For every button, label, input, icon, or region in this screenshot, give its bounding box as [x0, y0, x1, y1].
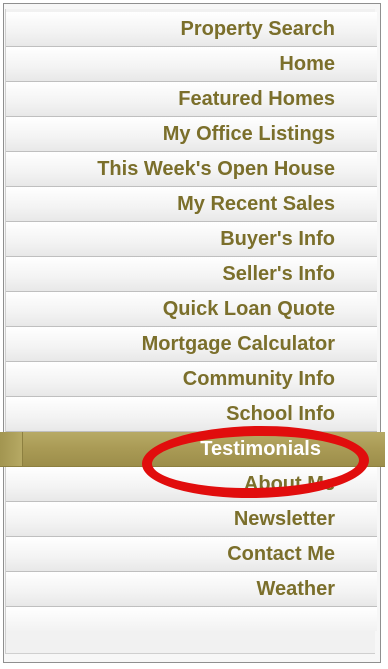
sidebar-item-label: Community Info: [182, 368, 335, 390]
sidebar-item-label: Home: [279, 53, 335, 75]
sidebar-item-home[interactable]: Home: [6, 47, 377, 82]
sidebar-item-featured-homes[interactable]: Featured Homes: [6, 82, 377, 117]
sidebar-item-buyers-info[interactable]: Buyer's Info: [6, 222, 377, 257]
sidebar-item-open-house[interactable]: This Week's Open House: [6, 152, 377, 187]
sidebar-item-label: My Office Listings: [162, 123, 335, 145]
sidebar-item-label: Newsletter: [233, 508, 335, 530]
sidebar-item-weather[interactable]: Weather: [6, 572, 377, 607]
sidebar-item-sellers-info[interactable]: Seller's Info: [6, 257, 377, 292]
sidebar-empty-row: [6, 607, 377, 631]
sidebar-item-my-office-listings[interactable]: My Office Listings: [6, 117, 377, 152]
sidebar-item-label: Property Search: [180, 18, 335, 40]
active-item-marker: [0, 432, 23, 466]
sidebar-item-label: Quick Loan Quote: [162, 298, 335, 320]
sidebar-item-label: About Me: [243, 473, 335, 495]
sidebar-item-testimonials[interactable]: Testimonials: [0, 432, 385, 467]
sidebar-item-label: Mortgage Calculator: [141, 333, 335, 355]
sidebar-item-label: This Week's Open House: [97, 158, 335, 180]
sidebar-item-label: My Recent Sales: [177, 193, 335, 215]
sidebar-item-community-info[interactable]: Community Info: [6, 362, 377, 397]
sidebar-item-property-search[interactable]: Property Search: [6, 12, 377, 47]
sidebar-item-label: Seller's Info: [222, 263, 335, 285]
sidebar-item-label: Contact Me: [227, 543, 335, 565]
sidebar-item-newsletter[interactable]: Newsletter: [6, 502, 377, 537]
sidebar-item-about-me[interactable]: About Me: [6, 467, 377, 502]
sidebar-menu: Property Search Home Featured Homes My O…: [0, 12, 385, 631]
sidebar-item-mortgage-calculator[interactable]: Mortgage Calculator: [6, 327, 377, 362]
sidebar-item-label: Testimonials: [200, 438, 321, 460]
sidebar-item-recent-sales[interactable]: My Recent Sales: [6, 187, 377, 222]
sidebar-item-label: Buyer's Info: [220, 228, 335, 250]
sidebar-item-label: Featured Homes: [178, 88, 335, 110]
sidebar-item-label: Weather: [256, 578, 335, 600]
sidebar-item-contact-me[interactable]: Contact Me: [6, 537, 377, 572]
sidebar-item-label: School Info: [226, 403, 335, 425]
sidebar-item-school-info[interactable]: School Info: [6, 397, 377, 432]
sidebar-item-loan-quote[interactable]: Quick Loan Quote: [6, 292, 377, 327]
